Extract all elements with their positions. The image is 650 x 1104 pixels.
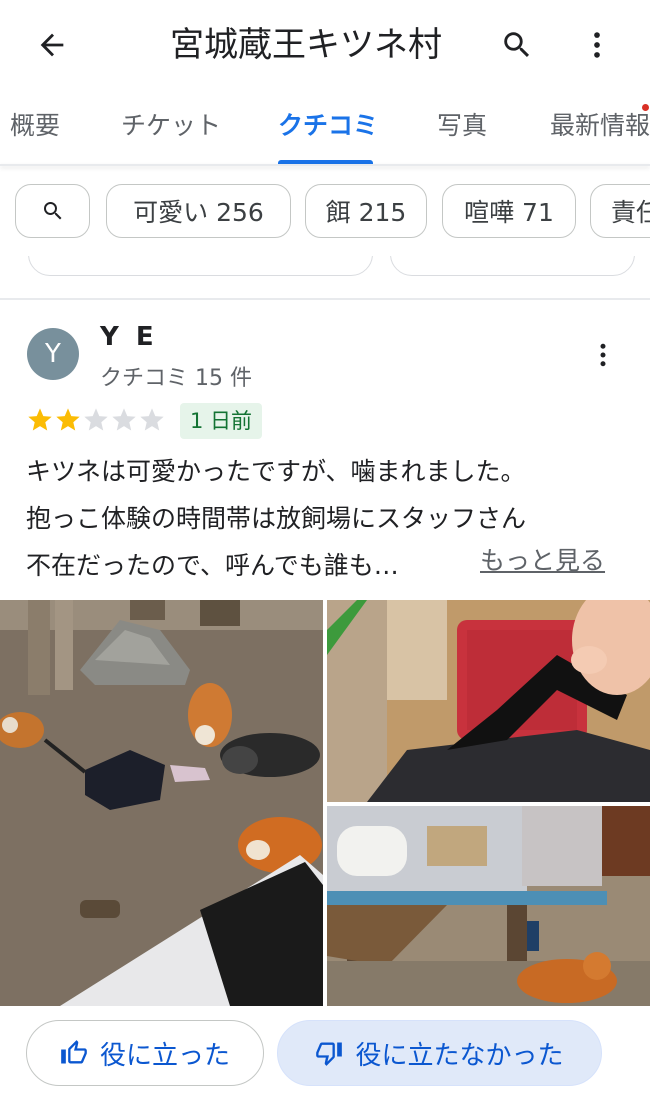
star-empty-icon [140, 408, 164, 431]
notification-dot [642, 104, 649, 111]
review-options-button[interactable] [580, 332, 626, 378]
tab-reviews[interactable]: クチコミ [278, 106, 378, 142]
tab-photos[interactable]: 写真 [437, 106, 487, 142]
more-options-button[interactable] [572, 20, 622, 70]
back-button[interactable] [22, 20, 82, 70]
search-button[interactable] [492, 20, 542, 70]
page-title: 宮城蔵王キツネ村 [170, 25, 442, 65]
more-vert-icon [594, 32, 600, 58]
chip-topic-food[interactable]: 餌 215 [305, 184, 427, 238]
more-vert-icon [600, 343, 606, 367]
app-bar: 宮城蔵王キツネ村 [0, 0, 650, 90]
review-photo-bag[interactable] [327, 600, 650, 802]
review-filter-chips: 可愛い 256 餌 215 喧嘩 71 責任 [0, 184, 650, 242]
helpful-label: 役に立った [99, 1040, 230, 1071]
thumbs-down-icon [316, 1042, 343, 1066]
chip-topic-cute[interactable]: 可愛い 256 [106, 184, 291, 238]
tab-overview[interactable]: 概要 [10, 106, 60, 142]
review-date: 1 日前 [180, 403, 263, 439]
chip-search[interactable] [15, 184, 90, 238]
helpful-button[interactable]: 役に立った [26, 1020, 264, 1086]
back-arrow-icon [40, 33, 64, 57]
reviewer-name[interactable]: Y E [100, 322, 158, 352]
search-icon [43, 202, 61, 220]
review-text-line: キツネは可愛かったですが、噛まれました。 [26, 457, 526, 486]
tabs-divider [0, 164, 650, 166]
chip-topic-responsibility[interactable]: 責任 [590, 184, 650, 238]
review-photo-foxes[interactable] [0, 600, 323, 1006]
review-text-line: 抱っこ体験の時間帯は放飼場にスタッフさん [26, 504, 527, 533]
tab-updates[interactable]: 最新情報 [550, 106, 650, 142]
scrolled-content-edge [0, 256, 650, 282]
star-rating [26, 406, 166, 436]
not-helpful-label: 役に立たなかった [355, 1040, 564, 1071]
star-empty-icon [112, 408, 136, 431]
not-helpful-button[interactable]: 役に立たなかった [277, 1020, 602, 1086]
tab-tickets[interactable]: チケット [121, 106, 221, 142]
review-photo-cages[interactable] [327, 806, 650, 1006]
ghost-chip [28, 256, 373, 276]
ghost-chip [390, 256, 635, 276]
photo-bag-handle-icon [327, 600, 650, 802]
read-more-link[interactable]: もっと見る [480, 541, 605, 577]
tab-bar: 概要 チケット クチコミ 写真 最新情報 [0, 92, 650, 164]
photo-fox-cages-icon [327, 806, 650, 1006]
reviewer-review-count: クチコミ 15 件 [100, 366, 252, 391]
thumbs-up-icon [61, 1040, 87, 1064]
search-icon [504, 32, 530, 58]
photo-foxes-in-enclosure-icon [0, 600, 323, 1006]
section-divider [0, 298, 650, 300]
avatar[interactable]: Y [27, 328, 79, 380]
star-empty-icon [84, 408, 108, 431]
star-filled-icon [56, 408, 80, 431]
chip-topic-fight[interactable]: 喧嘩 71 [442, 184, 576, 238]
star-filled-icon [28, 408, 52, 431]
